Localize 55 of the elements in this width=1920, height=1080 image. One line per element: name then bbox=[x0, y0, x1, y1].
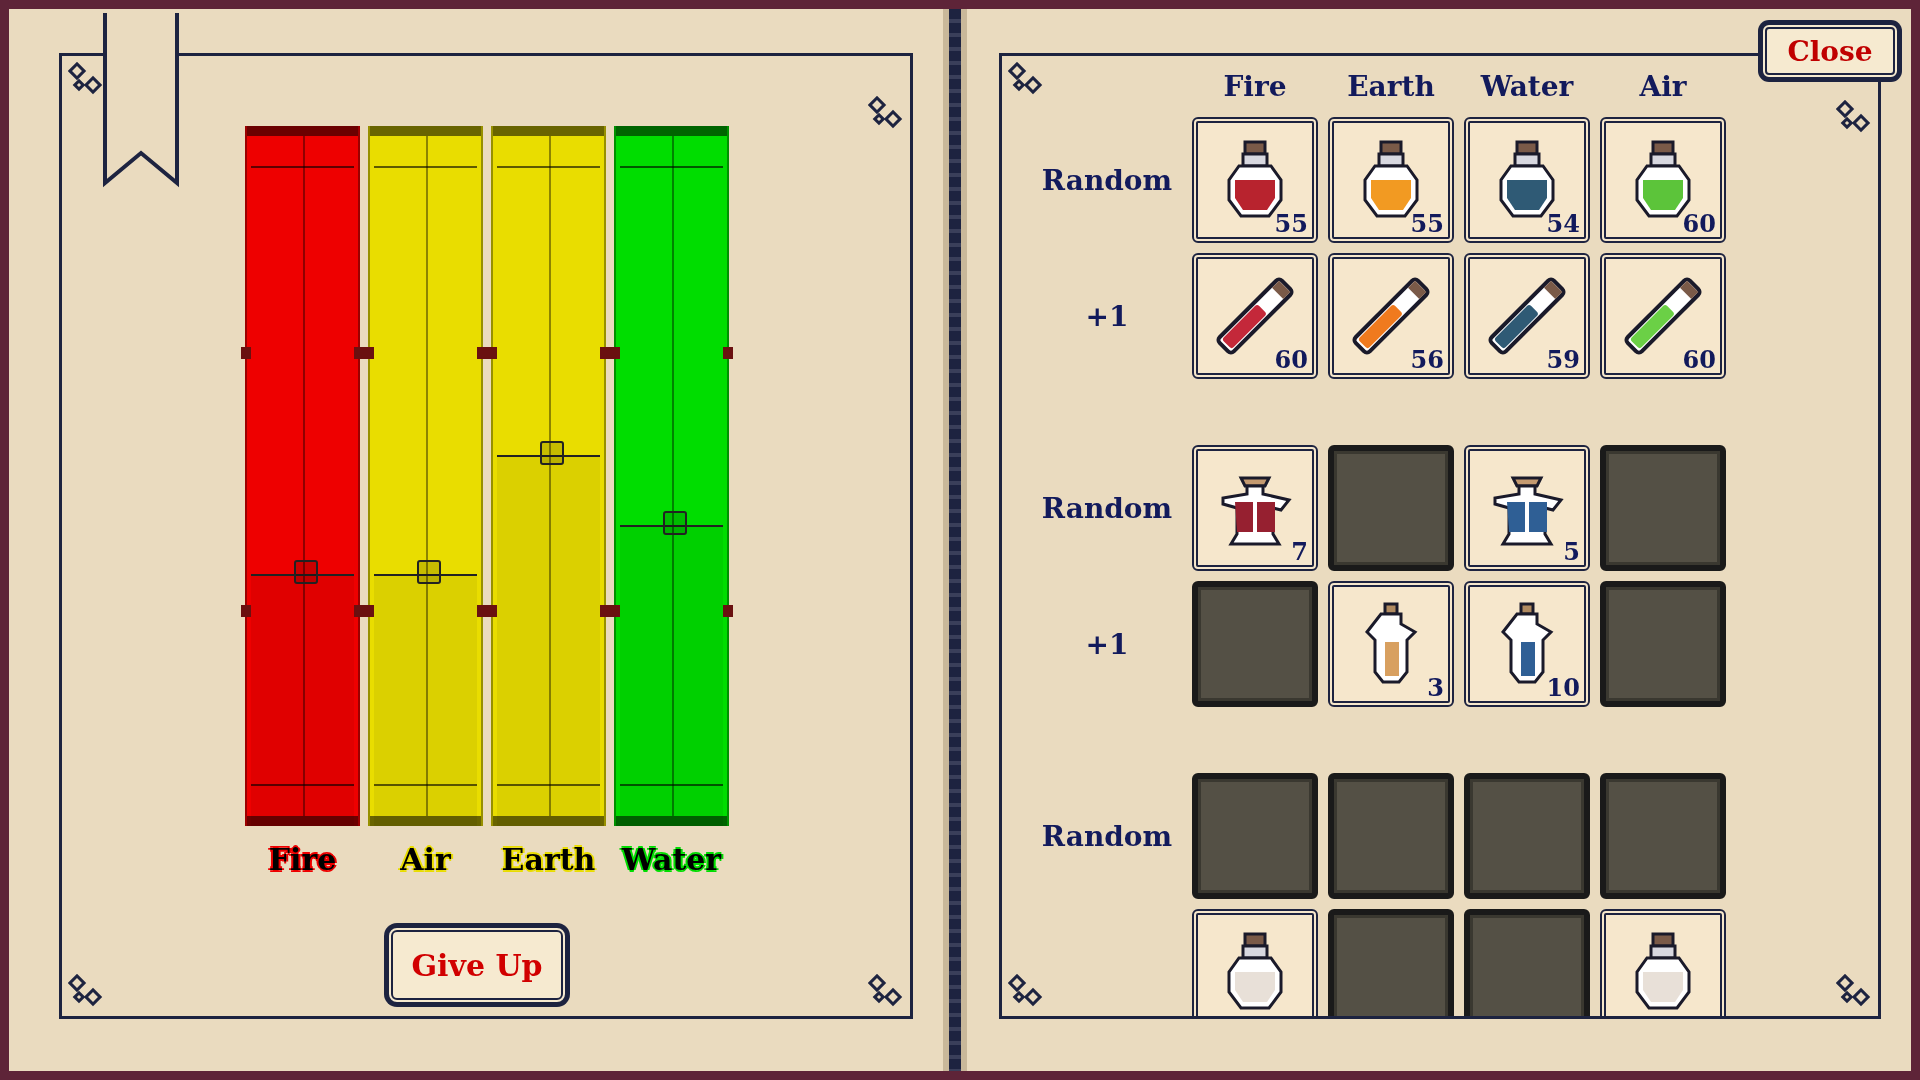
give-up-button[interactable]: Give Up bbox=[387, 926, 567, 1004]
item-slot[interactable]: 54 bbox=[1464, 117, 1590, 243]
empty-slot[interactable] bbox=[1328, 445, 1454, 571]
column-header: Air bbox=[1638, 70, 1688, 103]
slider-thumb[interactable] bbox=[417, 560, 441, 584]
item-slot[interactable]: 55 bbox=[1192, 117, 1318, 243]
item-count: 60 bbox=[1682, 210, 1716, 237]
empty-slot[interactable] bbox=[1600, 445, 1726, 571]
empty-slot[interactable] bbox=[1192, 581, 1318, 707]
item-slot[interactable]: 60 bbox=[1192, 253, 1318, 379]
column-header: Earth bbox=[1346, 70, 1436, 103]
row-label: Random bbox=[1041, 163, 1173, 197]
item-slot[interactable] bbox=[1192, 909, 1318, 1016]
slider-thumb[interactable] bbox=[540, 441, 564, 465]
column-header: Water bbox=[1479, 70, 1575, 103]
empty-slot[interactable] bbox=[1328, 773, 1454, 899]
empty-slot[interactable] bbox=[1600, 581, 1726, 707]
bar-label: Earth bbox=[501, 842, 596, 877]
item-slot[interactable]: 3 bbox=[1328, 581, 1454, 707]
row-label: +1 bbox=[1085, 627, 1129, 661]
item-slot[interactable]: 55 bbox=[1328, 117, 1454, 243]
item-slot[interactable]: 60 bbox=[1600, 117, 1726, 243]
empty-slot[interactable] bbox=[1464, 773, 1590, 899]
item-slot[interactable]: 60 bbox=[1600, 253, 1726, 379]
item-slot[interactable]: 56 bbox=[1328, 253, 1454, 379]
item-count: 59 bbox=[1546, 346, 1580, 373]
bar-label: Air bbox=[400, 842, 451, 877]
item-slot[interactable]: 5 bbox=[1464, 445, 1590, 571]
bar-label: Water bbox=[621, 842, 722, 877]
empty-slot[interactable] bbox=[1464, 909, 1590, 1016]
item-count: 55 bbox=[1410, 210, 1444, 237]
empty-slot[interactable] bbox=[1192, 773, 1318, 899]
close-button[interactable]: Close bbox=[1761, 23, 1899, 79]
item-count: 60 bbox=[1682, 346, 1716, 373]
item-slot[interactable]: 10 bbox=[1464, 581, 1590, 707]
column-header: Fire bbox=[1222, 70, 1288, 103]
empty-slot[interactable] bbox=[1328, 909, 1454, 1016]
row-label: Random bbox=[1041, 491, 1173, 525]
empty-slot[interactable] bbox=[1600, 773, 1726, 899]
item-count: 55 bbox=[1274, 210, 1308, 237]
slider-thumb[interactable] bbox=[663, 511, 687, 535]
item-count: 60 bbox=[1274, 346, 1308, 373]
item-count: 10 bbox=[1546, 674, 1580, 701]
bar-label: Fire bbox=[268, 842, 337, 877]
item-count: 56 bbox=[1410, 346, 1444, 373]
item-slot[interactable]: 59 bbox=[1464, 253, 1590, 379]
item-slot[interactable] bbox=[1600, 909, 1726, 1016]
item-count: 5 bbox=[1563, 538, 1580, 565]
slider-thumb[interactable] bbox=[294, 560, 318, 584]
item-slot[interactable]: 7 bbox=[1192, 445, 1318, 571]
item-count: 3 bbox=[1427, 674, 1444, 701]
row-label: +1 bbox=[1085, 299, 1129, 333]
item-count: 7 bbox=[1291, 538, 1308, 565]
item-count: 54 bbox=[1546, 210, 1580, 237]
row-label: Random bbox=[1041, 819, 1173, 853]
